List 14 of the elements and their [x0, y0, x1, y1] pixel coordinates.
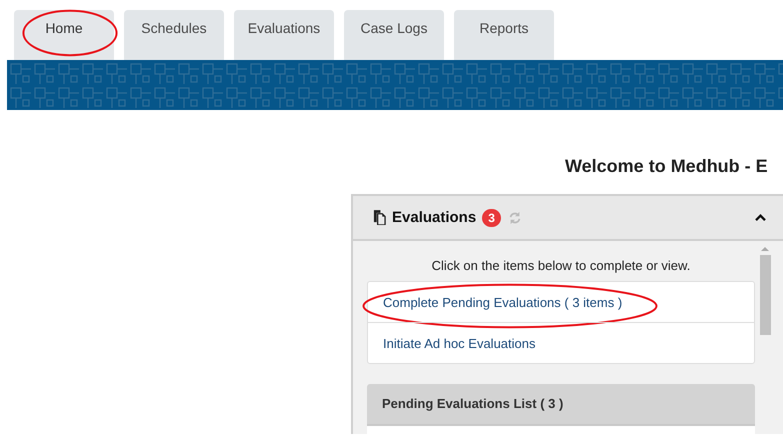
collapse-icon[interactable]	[754, 213, 767, 222]
nav-tab[interactable]: Schedules	[124, 10, 224, 60]
documents-icon	[373, 210, 386, 225]
nav-tab[interactable]: Reports	[454, 10, 554, 60]
evaluation-link[interactable]: Initiate Ad hoc Evaluations	[383, 336, 536, 350]
nav-tab[interactable]: Evaluations	[234, 10, 334, 60]
refresh-icon[interactable]	[508, 210, 522, 224]
count-badge: 3	[482, 208, 501, 226]
page-title: Welcome to Medhub - E	[565, 156, 768, 177]
nav-tab[interactable]: Home	[14, 10, 114, 60]
panel-title: Evaluations	[392, 209, 476, 226]
nav-tab[interactable]: Case Logs	[344, 10, 444, 60]
section-header: Pending Evaluations List ( 3 )	[367, 384, 755, 424]
instruction-text: Click on the items below to complete or view.	[430, 257, 692, 275]
